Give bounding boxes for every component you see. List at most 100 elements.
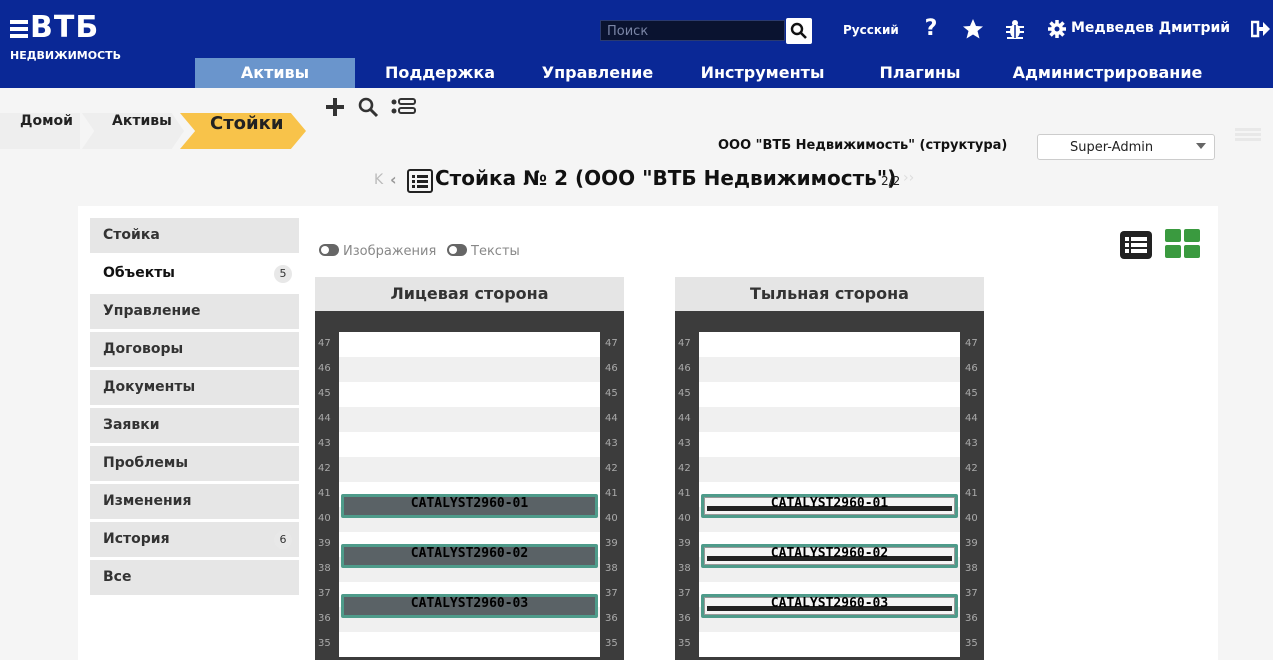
rack-device[interactable]: CATALYST2960-03 xyxy=(701,594,958,618)
rack-unit[interactable] xyxy=(339,407,600,432)
texts-toggle[interactable]: Тексты xyxy=(447,244,520,259)
breadcrumb: Домой Активы Стойки xyxy=(0,113,306,149)
unit-number: 40 xyxy=(965,513,978,524)
device-label: CATALYST2960-03 xyxy=(410,596,529,611)
unit-number: 43 xyxy=(318,438,331,449)
list-view-button[interactable] xyxy=(1120,231,1152,263)
search-input[interactable]: Поиск xyxy=(600,20,785,41)
gear-icon[interactable] xyxy=(1045,16,1069,42)
rack-front-title: Лицевая сторона xyxy=(315,277,624,311)
rack-unit[interactable] xyxy=(339,432,600,457)
toggle-switch-icon xyxy=(319,244,339,256)
rack-unit[interactable] xyxy=(699,382,960,407)
rack-device[interactable]: CATALYST2960-01 xyxy=(341,494,598,518)
rack-frame: CATALYST2960-01 CATALYST2960-02 CATALYST29… xyxy=(675,311,984,660)
rack-device[interactable]: CATALYST2960-01 xyxy=(701,494,958,518)
tab-contracts[interactable]: Договоры xyxy=(90,332,299,367)
device-label: CATALYST2960-02 xyxy=(770,546,889,561)
list-toggle-icon[interactable] xyxy=(390,95,416,119)
prev-page-icon[interactable]: ‹ xyxy=(390,170,397,189)
unit-number: 41 xyxy=(605,488,618,499)
tab-history[interactable]: История 6 xyxy=(90,522,299,557)
logout-icon[interactable] xyxy=(1249,16,1273,42)
count-badge: 6 xyxy=(274,531,292,549)
unit-number: 43 xyxy=(605,438,618,449)
star-icon[interactable] xyxy=(961,16,985,42)
nav-plugins[interactable]: Плагины xyxy=(870,58,970,88)
nav-assets[interactable]: Активы xyxy=(195,58,355,88)
rack-unit[interactable] xyxy=(339,382,600,407)
tab-tickets[interactable]: Заявки xyxy=(90,408,299,443)
rack-unit[interactable] xyxy=(699,457,960,482)
unit-number: 45 xyxy=(605,388,618,399)
tab-changes[interactable]: Изменения xyxy=(90,484,299,519)
unit-number: 37 xyxy=(605,588,618,599)
unit-number: 42 xyxy=(318,463,331,474)
search-icon[interactable] xyxy=(356,95,380,119)
unit-number: 37 xyxy=(318,588,331,599)
search-icon xyxy=(790,22,807,39)
unit-number: 39 xyxy=(965,538,978,549)
unit-number: 46 xyxy=(965,363,978,374)
unit-number: 43 xyxy=(678,438,691,449)
images-toggle[interactable]: Изображения xyxy=(319,244,436,259)
list-view-icon[interactable] xyxy=(407,169,433,197)
unit-number: 44 xyxy=(965,413,978,424)
rack-device[interactable]: CATALYST2960-03 xyxy=(341,594,598,618)
rack-device[interactable]: CATALYST2960-02 xyxy=(341,544,598,568)
rack-unit[interactable] xyxy=(699,357,960,382)
help-icon[interactable]: ? xyxy=(919,16,943,42)
unit-number: 36 xyxy=(965,613,978,624)
rack-units: CATALYST2960-01 CATALYST2960-02 CATALYST29… xyxy=(339,332,600,660)
nav-administration[interactable]: Администрирование xyxy=(1000,58,1215,88)
breadcrumb-assets[interactable]: Активы xyxy=(82,113,184,149)
menu-icon[interactable] xyxy=(1235,127,1261,141)
role-select[interactable]: Super-Admin xyxy=(1037,134,1215,160)
unit-number: 35 xyxy=(605,638,618,649)
rack-unit[interactable] xyxy=(339,332,600,357)
tab-management[interactable]: Управление xyxy=(90,294,299,329)
grid-view-button[interactable] xyxy=(1165,229,1200,263)
nav-management[interactable]: Управление xyxy=(530,58,665,88)
tab-all[interactable]: Все xyxy=(90,560,299,595)
rack-unit[interactable] xyxy=(339,632,600,657)
language-selector[interactable]: Русский xyxy=(843,23,899,37)
vtb-logo[interactable]: ВТБ xyxy=(10,10,99,45)
breadcrumb-home[interactable]: Домой xyxy=(0,113,80,149)
unit-number: 37 xyxy=(965,588,978,599)
tab-documents[interactable]: Документы xyxy=(90,370,299,405)
logo-bars-icon xyxy=(10,17,28,41)
rack-unit[interactable] xyxy=(339,457,600,482)
toggle-switch-icon xyxy=(447,244,467,256)
tab-objects[interactable]: Объекты 5 xyxy=(90,256,299,291)
unit-number: 36 xyxy=(605,613,618,624)
rack-device[interactable]: CATALYST2960-02 xyxy=(701,544,958,568)
tab-problems[interactable]: Проблемы xyxy=(90,446,299,481)
first-page-icon[interactable]: K xyxy=(374,172,383,188)
nav-tools[interactable]: Инструменты xyxy=(690,58,835,88)
unit-number: 44 xyxy=(318,413,331,424)
bug-icon[interactable] xyxy=(1003,16,1027,42)
count-badge: 5 xyxy=(274,265,292,283)
rack-unit[interactable] xyxy=(699,407,960,432)
device-label: CATALYST2960-01 xyxy=(410,496,529,511)
rack-unit[interactable] xyxy=(699,432,960,457)
rack-unit[interactable] xyxy=(699,332,960,357)
rack-unit[interactable] xyxy=(339,357,600,382)
next-page-icon[interactable]: ›› xyxy=(903,170,914,186)
nav-support[interactable]: Поддержка xyxy=(370,58,510,88)
breadcrumb-racks[interactable]: Стойки xyxy=(180,113,306,149)
unit-number: 39 xyxy=(678,538,691,549)
add-icon[interactable] xyxy=(323,95,347,119)
unit-number: 45 xyxy=(678,388,691,399)
rack-rear: Тыльная сторона CATALYST2960-01 CATALYST2… xyxy=(675,277,984,660)
user-menu[interactable]: Медведев Дмитрий xyxy=(1071,20,1230,36)
search-button[interactable] xyxy=(786,18,812,44)
tab-rack[interactable]: Стойка xyxy=(90,218,299,253)
logo-subtitle: НЕДВИЖИМОСТЬ xyxy=(10,49,122,62)
unit-number: 47 xyxy=(965,338,978,349)
rack-unit[interactable] xyxy=(699,632,960,657)
unit-number: 44 xyxy=(678,413,691,424)
unit-number: 35 xyxy=(965,638,978,649)
chevron-down-icon xyxy=(1196,143,1206,149)
